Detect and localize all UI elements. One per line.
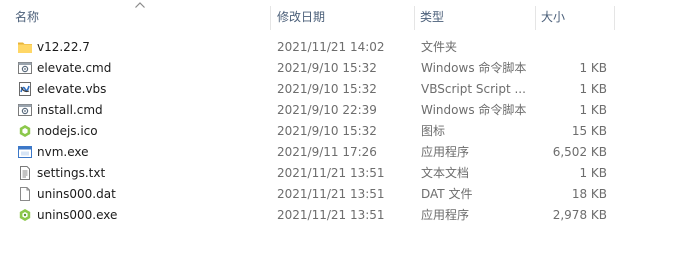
- vbscript-icon: [17, 81, 33, 97]
- folder-icon: [17, 39, 33, 55]
- file-type: VBScript Script ...: [421, 82, 526, 96]
- cmd-script-icon: [17, 102, 33, 118]
- file-date: 2021/9/10 15:32: [277, 61, 377, 75]
- file-date: 2021/11/21 14:02: [277, 40, 385, 54]
- column-header-date[interactable]: 修改日期: [277, 0, 413, 33]
- file-type: Windows 命令脚本: [421, 103, 527, 117]
- column-divider[interactable]: [414, 6, 415, 30]
- file-size: 18 KB: [571, 187, 607, 201]
- file-size: [540, 37, 607, 58]
- file-name: v12.22.7: [37, 40, 90, 54]
- application-icon: [17, 144, 33, 160]
- column-header-size[interactable]: 大小: [541, 0, 613, 33]
- file-date: 2021/9/10 15:32: [277, 82, 377, 96]
- file-type: 应用程序: [421, 145, 470, 159]
- file-size: 1 KB: [579, 166, 607, 180]
- column-divider[interactable]: [270, 6, 271, 30]
- file-date: 2021/11/21 13:51: [277, 187, 385, 201]
- file-name: unins000.exe: [37, 208, 118, 222]
- text-document-icon: [17, 165, 33, 181]
- file-name: install.cmd: [37, 103, 103, 117]
- file-row[interactable]: unins000.exe 2021/11/21 13:51 应用程序 2,978…: [0, 205, 691, 226]
- file-size: 1 KB: [579, 61, 607, 75]
- file-type: Windows 命令脚本: [421, 61, 527, 75]
- file-size: 2,978 KB: [552, 208, 607, 222]
- column-header-type[interactable]: 类型: [420, 0, 536, 33]
- file-type: 应用程序: [421, 208, 470, 222]
- file-type: 文本文档: [421, 166, 470, 180]
- file-date: 2021/11/21 13:51: [277, 208, 385, 222]
- file-name: nvm.exe: [37, 145, 89, 159]
- file-name: elevate.cmd: [37, 61, 112, 75]
- file-row[interactable]: settings.txt 2021/11/21 13:51 文本文档 1 KB: [0, 163, 691, 184]
- file-row[interactable]: unins000.dat 2021/11/21 13:51 DAT 文件 18 …: [0, 184, 691, 205]
- file-size: 15 KB: [571, 124, 607, 138]
- file-row[interactable]: nvm.exe 2021/9/11 17:26 应用程序 6,502 KB: [0, 142, 691, 163]
- file-name: elevate.vbs: [37, 82, 107, 96]
- file-date: 2021/9/10 22:39: [277, 103, 377, 117]
- file-row[interactable]: v12.22.7 2021/11/21 14:02 文件夹: [0, 37, 691, 58]
- file-date: 2021/11/21 13:51: [277, 166, 385, 180]
- file-size: 6,502 KB: [552, 145, 607, 159]
- file-row[interactable]: nodejs.ico 2021/9/10 15:32 图标 15 KB: [0, 121, 691, 142]
- file-type: 图标: [421, 124, 446, 138]
- file-row[interactable]: install.cmd 2021/9/10 22:39 Windows 命令脚本…: [0, 100, 691, 121]
- file-list: v12.22.7 2021/11/21 14:02 文件夹 elevate.cm…: [0, 37, 691, 226]
- file-type: DAT 文件: [421, 187, 473, 201]
- column-divider[interactable]: [614, 6, 615, 30]
- nodejs-icon: [17, 123, 33, 139]
- uninstaller-icon: [17, 207, 33, 223]
- file-date: 2021/9/10 15:32: [277, 124, 377, 138]
- file-date: 2021/9/11 17:26: [277, 145, 377, 159]
- file-size: 1 KB: [579, 82, 607, 96]
- column-header-bar: 名称 修改日期 类型 大小: [0, 0, 691, 33]
- file-name: unins000.dat: [37, 187, 116, 201]
- file-name: nodejs.ico: [37, 124, 98, 138]
- file-name: settings.txt: [37, 166, 106, 180]
- file-size: 1 KB: [579, 103, 607, 117]
- file-type: 文件夹: [421, 40, 458, 54]
- column-header-name[interactable]: 名称: [15, 0, 270, 33]
- cmd-script-icon: [17, 60, 33, 76]
- file-row[interactable]: elevate.vbs 2021/9/10 15:32 VBScript Scr…: [0, 79, 691, 100]
- column-divider[interactable]: [535, 6, 536, 30]
- generic-file-icon: [17, 186, 33, 202]
- file-row[interactable]: elevate.cmd 2021/9/10 15:32 Windows 命令脚本…: [0, 58, 691, 79]
